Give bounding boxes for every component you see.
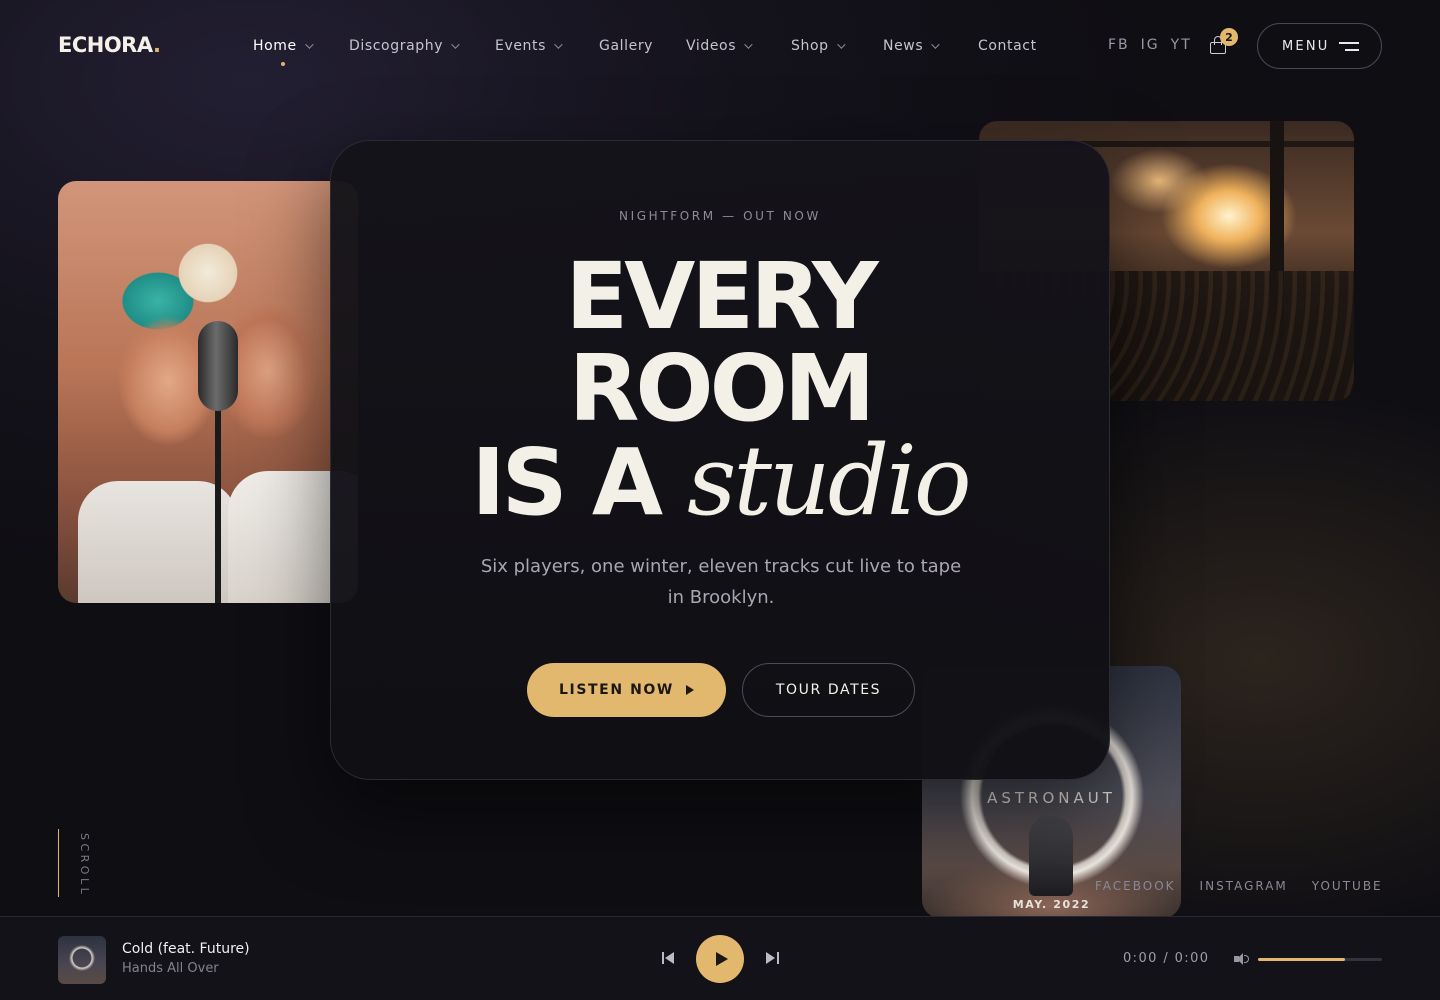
nav-item-discography[interactable]: Discography [349, 36, 460, 56]
chevron-down-icon [836, 40, 846, 49]
brand-logo[interactable]: ECHORA. [58, 33, 161, 57]
audio-player: Cold (feat. Future) Hands All Over 0:00 … [0, 916, 1440, 1000]
previous-track-icon[interactable] [662, 951, 676, 965]
tour-dates-button[interactable]: TOUR DATES [742, 663, 915, 717]
scroll-label: SCROLL [78, 833, 91, 898]
play-icon [685, 685, 694, 695]
social-link-yt[interactable]: YT [1171, 37, 1192, 53]
listen-now-button[interactable]: LISTEN NOW [527, 663, 726, 717]
chevron-down-icon [744, 40, 753, 49]
headline-italic-word: studio [687, 425, 972, 537]
nav-item-label: Gallery [599, 38, 654, 54]
headline-line-2: ROOM [568, 335, 876, 442]
nav-item-label: Discography [349, 38, 444, 54]
volume-icon[interactable] [1234, 952, 1250, 966]
nav-item-label: Contact [978, 38, 1037, 54]
nav-item-home[interactable]: Home [253, 36, 314, 66]
headline-line-1: EVERY [565, 243, 878, 350]
social-link-ig[interactable]: IG [1141, 37, 1160, 53]
next-track-icon[interactable] [765, 951, 779, 965]
track-thumbnail [58, 936, 106, 984]
scroll-indicator-line [58, 829, 59, 897]
nav-item-events[interactable]: Events [495, 36, 563, 56]
menu-button-label: MENU [1282, 38, 1330, 54]
hamburger-icon [1339, 42, 1359, 52]
social-link-facebook[interactable]: FACEBOOK [1095, 879, 1176, 893]
social-link-instagram[interactable]: INSTAGRAM [1200, 879, 1288, 893]
menu-button[interactable]: MENU [1257, 23, 1382, 69]
hero-subtext: Six players, one winter, eleven tracks c… [480, 556, 962, 608]
nav-item-shop[interactable]: Shop [791, 36, 846, 56]
hero-eyebrow: NIGHTFORM — OUT NOW [619, 209, 821, 223]
nav-item-gallery[interactable]: Gallery [599, 36, 653, 56]
tour-dates-label: TOUR DATES [775, 682, 882, 698]
singers-photo [58, 181, 358, 603]
track-artist: Hands All Over [122, 961, 219, 976]
cart-count-badge: 2 [1220, 28, 1238, 46]
headline-line-3-bold: IS A [471, 429, 663, 536]
nav-item-label: Events [495, 38, 547, 54]
volume-slider[interactable] [1258, 958, 1382, 961]
social-link-fb[interactable]: FB [1108, 37, 1130, 53]
nav-item-videos[interactable]: Videos [686, 36, 753, 56]
active-indicator-dot [281, 62, 285, 66]
nav-item-news[interactable]: News [883, 36, 940, 56]
nav-item-label: Shop [791, 38, 829, 54]
volume-slider-fill [1258, 958, 1345, 961]
chevron-down-icon [554, 40, 563, 49]
site-header: ECHORA. Home Discography Events Gallery Vide… [0, 0, 1440, 92]
album-date: MAY. 2022 [1012, 898, 1091, 911]
social-link-youtube[interactable]: YOUTUBE [1312, 879, 1383, 893]
nav-item-label: News [883, 38, 924, 54]
astronaut-figure [1029, 816, 1073, 896]
play-icon [716, 952, 728, 966]
chevron-down-icon [304, 40, 314, 49]
nav-item-label: Home [253, 38, 297, 54]
hero-card: NIGHTFORM — OUT NOW EVERY ROOM IS A stud… [330, 140, 1110, 780]
track-title: Cold (feat. Future) [122, 941, 250, 957]
social-links-bottom: FACEBOOK INSTAGRAM YOUTUBE [1095, 879, 1383, 893]
chevron-down-icon [451, 40, 460, 49]
album-title: ASTRONAUT [987, 789, 1116, 807]
nav-item-label: Videos [686, 38, 737, 54]
chevron-down-icon [931, 40, 940, 49]
listen-now-label: LISTEN NOW [559, 682, 674, 698]
nav-item-contact[interactable]: Contact [978, 36, 1037, 56]
hero-headline: EVERY ROOM IS A studio [331, 243, 1109, 530]
headline-line-3: IS A studio [331, 433, 1109, 529]
play-button[interactable] [696, 935, 744, 983]
track-time: 0:00 / 0:00 [1123, 951, 1210, 966]
social-links-top: FB IG YT [1108, 37, 1192, 53]
